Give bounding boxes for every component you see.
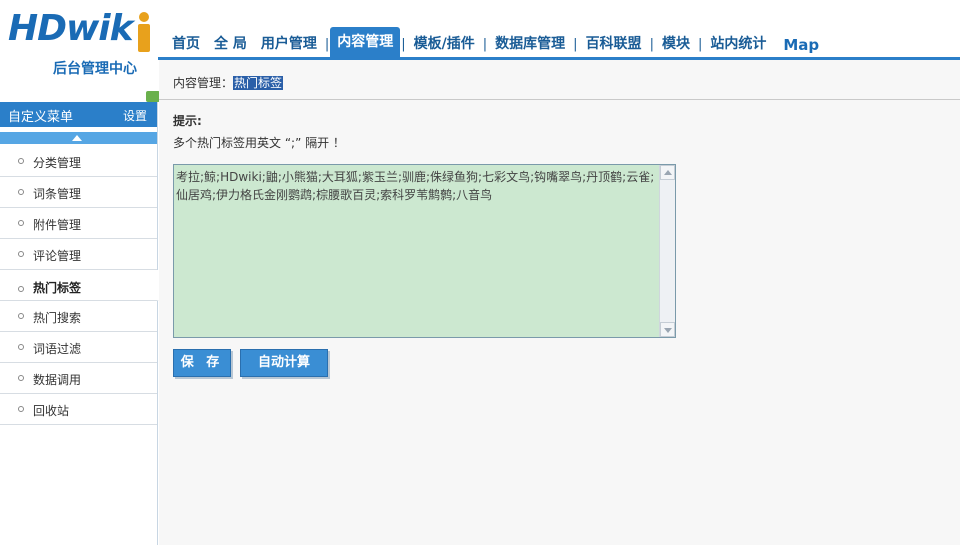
- header: HDwik 后台管理中心 首页 全 局 用户管理 | 内容管理 | 模板/插件 …: [0, 0, 960, 106]
- collapse-up-icon[interactable]: [0, 132, 157, 144]
- bullet-icon: [18, 220, 24, 226]
- chat-icon[interactable]: [146, 91, 160, 106]
- bullet-icon: [18, 189, 24, 195]
- sidebar-item-label: 评论管理: [33, 249, 82, 263]
- sidebar-settings-link[interactable]: 设置: [123, 107, 147, 124]
- bullet-icon: [18, 251, 24, 257]
- sidebar-item-label: 词条管理: [33, 187, 82, 201]
- sidebar-item-label: 附件管理: [33, 218, 82, 232]
- scroll-up-icon[interactable]: [660, 165, 675, 180]
- auto-calculate-button[interactable]: 自动计算: [240, 349, 328, 377]
- sidebar-header: 自定义菜单 设置: [0, 102, 157, 127]
- hint-title: 提示:: [173, 114, 202, 128]
- sidebar-item-label: 热门搜索: [33, 311, 82, 325]
- sidebar-item-entries[interactable]: 词条管理: [0, 177, 157, 208]
- textarea-scrollbar[interactable]: [659, 165, 675, 337]
- bullet-icon: [18, 375, 24, 381]
- bullet-icon: [18, 313, 24, 319]
- sidebar-item-category[interactable]: 分类管理: [0, 146, 157, 177]
- top-nav: 首页 全 局 用户管理 | 内容管理 | 模板/插件 | 数据库管理 | 百科联…: [165, 27, 819, 58]
- sidebar-item-recycle-bin[interactable]: 回收站: [0, 394, 157, 425]
- hot-tags-value: 考拉;鲸;HDwiki;鼬;小熊猫;大耳狐;紫玉兰;驯鹿;侏绿鱼狗;七彩文鸟;钩…: [176, 170, 655, 202]
- sidebar-item-word-filter[interactable]: 词语过滤: [0, 332, 157, 363]
- sidebar-item-data-call[interactable]: 数据调用: [0, 363, 157, 394]
- nav-templates-plugins[interactable]: 模板/插件: [407, 29, 482, 58]
- bullet-icon: [18, 286, 24, 292]
- logo[interactable]: HDwik 后台管理中心: [6, 8, 160, 106]
- sidebar-item-label: 词语过滤: [33, 342, 82, 356]
- bullet-icon: [18, 344, 24, 350]
- sidebar-title: 自定义菜单: [8, 110, 74, 125]
- logo-text: HDwik: [8, 8, 134, 49]
- sidebar-item-attachments[interactable]: 附件管理: [0, 208, 157, 239]
- nav-home[interactable]: 首页: [165, 29, 207, 58]
- save-button[interactable]: 保 存: [173, 349, 231, 377]
- nav-global[interactable]: 全 局: [207, 29, 254, 58]
- sidebar: 自定义菜单 设置 分类管理 词条管理 附件管理 评论管理 热门标签 热门搜索 词…: [0, 102, 159, 545]
- nav-database-management[interactable]: 数据库管理: [488, 29, 572, 58]
- breadcrumb-current: 热门标签: [233, 76, 284, 90]
- logo-subtitle: 后台管理中心: [53, 61, 137, 77]
- hot-tags-textarea[interactable]: 考拉;鲸;HDwiki;鼬;小熊猫;大耳狐;紫玉兰;驯鹿;侏绿鱼狗;七彩文鸟;钩…: [173, 164, 676, 338]
- breadcrumb-divider: [159, 99, 960, 100]
- sidebar-item-label: 热门标签: [33, 281, 82, 295]
- bullet-icon: [18, 406, 24, 412]
- main-content: 内容管理：热门标签 提示: 多个热门标签用英文 “;” 隔开 ！ 考拉;鲸;HD…: [159, 60, 960, 545]
- sidebar-menu: 分类管理 词条管理 附件管理 评论管理 热门标签 热门搜索 词语过滤 数据调用: [0, 146, 159, 425]
- hint-text: 多个热门标签用英文 “;” 隔开 ！: [173, 136, 345, 150]
- nav-map[interactable]: Map: [783, 29, 819, 58]
- breadcrumb-prefix: 内容管理：: [173, 76, 234, 90]
- sidebar-item-label: 数据调用: [33, 373, 82, 387]
- nav-wiki-alliance[interactable]: 百科联盟: [579, 29, 649, 58]
- nav-site-stats[interactable]: 站内统计: [703, 29, 773, 58]
- sidebar-item-hot-tags[interactable]: 热门标签: [0, 270, 159, 301]
- nav-content-management[interactable]: 内容管理: [330, 27, 401, 58]
- breadcrumb: 内容管理：热门标签: [173, 74, 284, 91]
- sidebar-item-hot-search[interactable]: 热门搜索: [0, 301, 157, 332]
- logo-i-icon: [136, 12, 152, 52]
- sidebar-item-comments[interactable]: 评论管理: [0, 239, 157, 270]
- sidebar-item-label: 分类管理: [33, 156, 82, 170]
- scroll-down-icon[interactable]: [660, 322, 675, 337]
- nav-user-management[interactable]: 用户管理: [254, 29, 324, 58]
- sidebar-item-label: 回收站: [33, 404, 70, 418]
- bullet-icon: [18, 158, 24, 164]
- nav-modules[interactable]: 模块: [655, 29, 697, 58]
